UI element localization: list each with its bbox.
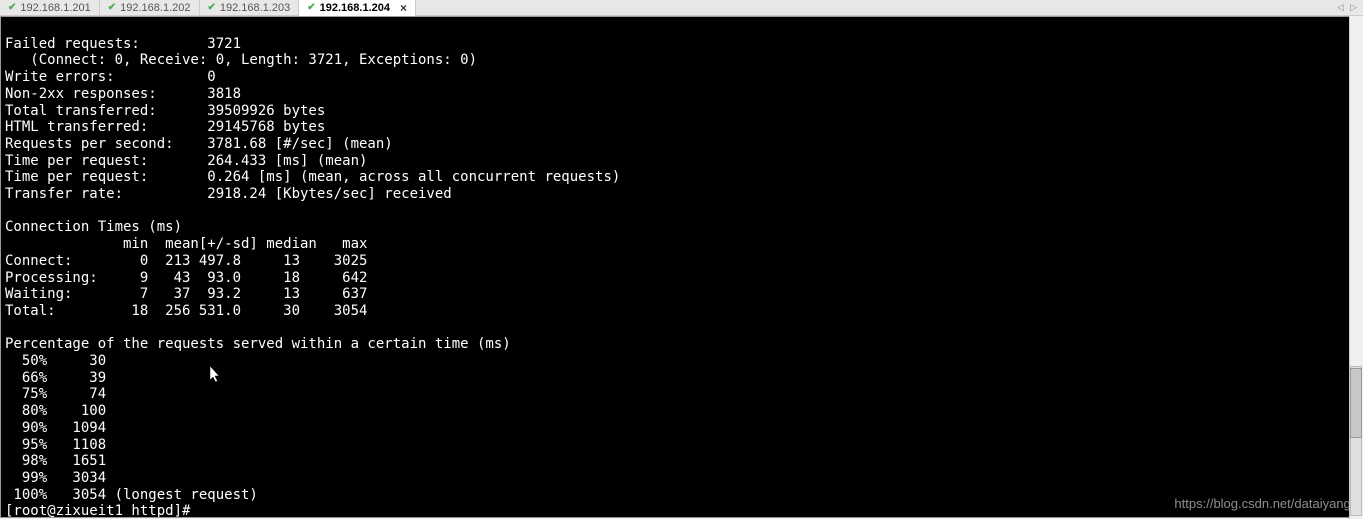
terminal-line: 90% 1094 [5,420,106,436]
terminal-line: Time per request: 264.433 [ms] (mean) [5,153,367,169]
watermark-text: https://blog.csdn.net/dataiyangu [1174,496,1358,513]
tab-host-202[interactable]: ✔ 192.168.1.202 [100,0,200,16]
close-icon[interactable]: × [400,2,407,14]
mouse-cursor-icon [210,366,222,384]
tab-prev-icon[interactable]: ◁ [1337,2,1344,13]
tab-host-201[interactable]: ✔ 192.168.1.201 [0,0,100,16]
check-icon: ✔ [8,2,16,13]
terminal-line: Requests per second: 3781.68 [#/sec] (me… [5,136,393,152]
terminal-line: 99% 3034 [5,470,106,486]
tab-label: 192.168.1.204 [320,2,390,14]
tab-label: 192.168.1.201 [20,2,90,14]
terminal-line: [root@zixueit1 httpd]# [5,503,190,518]
terminal-line: 50% 30 [5,353,106,369]
terminal-line: Waiting: 7 37 93.2 13 637 [5,286,367,302]
terminal-line: 98% 1651 [5,453,106,469]
tab-bar: ✔ 192.168.1.201 ✔ 192.168.1.202 ✔ 192.16… [0,0,1363,16]
terminal-line: Connection Times (ms) [5,219,182,235]
terminal-line: HTML transferred: 29145768 bytes [5,119,325,135]
terminal-output[interactable]: Failed requests: 3721 (Connect: 0, Recei… [0,16,1363,518]
terminal-line: 80% 100 [5,403,106,419]
terminal-line: Total: 18 256 531.0 30 3054 [5,303,367,319]
terminal-line: Processing: 9 43 93.0 18 642 [5,270,367,286]
terminal-line: (Connect: 0, Receive: 0, Length: 3721, E… [5,52,477,68]
terminal-line: Write errors: 0 [5,69,216,85]
tab-host-203[interactable]: ✔ 192.168.1.203 [200,0,300,16]
terminal-line: Connect: 0 213 497.8 13 3025 [5,253,367,269]
tab-host-204[interactable]: ✔ 192.168.1.204 × [299,0,416,16]
tab-nav: ◁ ▷ [1337,2,1363,13]
check-icon: ✔ [307,2,315,13]
terminal-line: 95% 1108 [5,437,106,453]
terminal-line: Percentage of the requests served within… [5,336,511,352]
terminal-line: 75% 74 [5,386,106,402]
terminal-line: Non-2xx responses: 3818 [5,86,241,102]
terminal-line: Time per request: 0.264 [ms] (mean, acro… [5,169,620,185]
tab-next-icon[interactable]: ▷ [1350,2,1357,13]
tab-label: 192.168.1.203 [220,2,290,14]
vertical-scrollbar[interactable] [1349,16,1363,519]
scroll-thumb[interactable] [1350,368,1362,438]
terminal-line: min mean[+/-sd] median max [5,236,367,252]
terminal-line: Transfer rate: 2918.24 [Kbytes/sec] rece… [5,186,452,202]
terminal-line: 100% 3054 (longest request) [5,487,258,503]
tab-label: 192.168.1.202 [120,2,190,14]
terminal-line: 66% 39 [5,370,106,386]
terminal-line: Total transferred: 39509926 bytes [5,103,325,119]
terminal-line: Failed requests: 3721 [5,36,241,52]
check-icon: ✔ [108,2,116,13]
check-icon: ✔ [208,2,216,13]
